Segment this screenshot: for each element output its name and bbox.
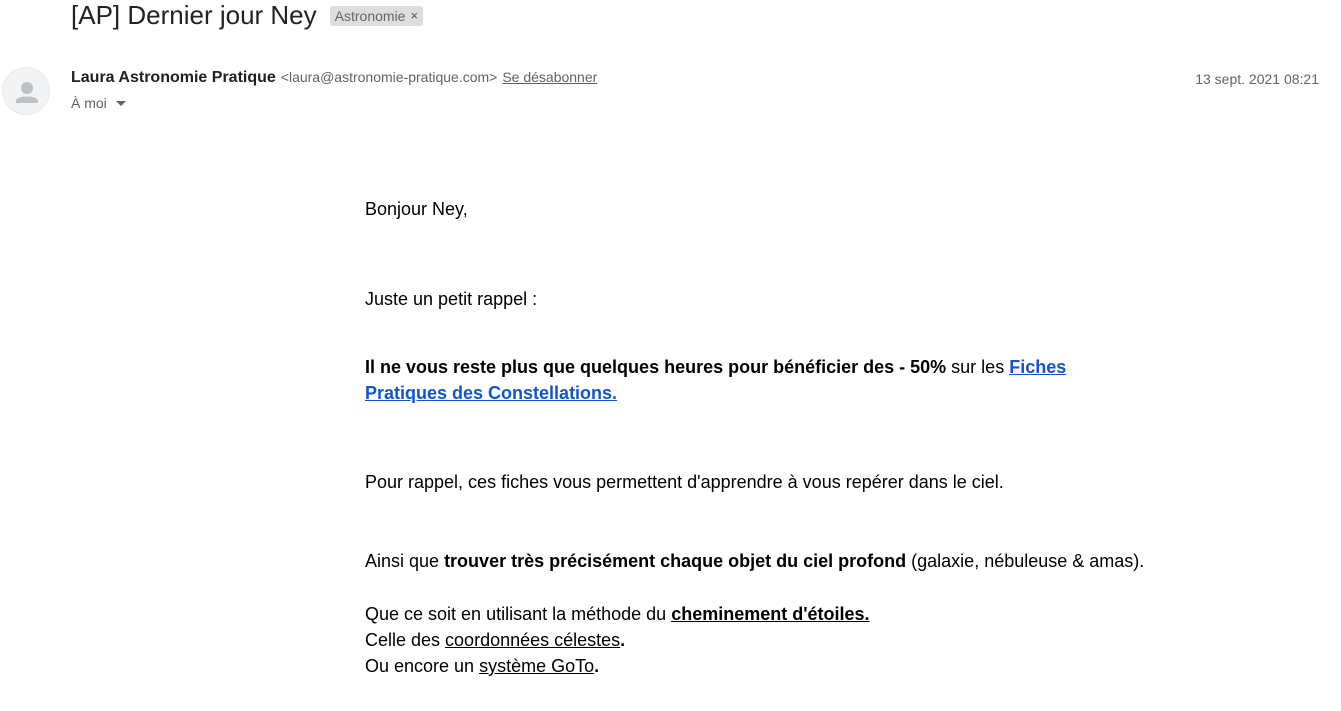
label-text: Astronomie bbox=[334, 7, 406, 24]
method-prefix: Que ce soit en utilisant la méthode du bbox=[365, 604, 672, 624]
offer-link-part2[interactable]: Pratiques des Constellations. bbox=[365, 383, 617, 403]
goto-suffix: . bbox=[594, 656, 600, 676]
goto-prefix: Ou encore un bbox=[365, 656, 480, 676]
email-view: [AP] Dernier jour Ney Astronomie × Laura… bbox=[0, 0, 1341, 711]
chevron-down-icon[interactable] bbox=[115, 101, 126, 106]
purpose-text: Pour rappel, ces fiches vous permettent … bbox=[365, 472, 1004, 492]
also-suffix: (galaxie, nébuleuse & amas). bbox=[906, 551, 1145, 571]
recipients-label: À moi bbox=[71, 95, 107, 111]
offer-mid: sur les bbox=[946, 357, 1010, 377]
sender-email: <laura@astronomie-pratique.com> bbox=[280, 69, 498, 85]
also-line: Ainsi que trouver très précisément chaqu… bbox=[365, 548, 1144, 574]
goto-system-link[interactable]: système GoTo bbox=[479, 656, 594, 676]
subject-row: [AP] Dernier jour Ney Astronomie × bbox=[71, 0, 424, 30]
email-date: 13 sept. 2021 08:21 bbox=[1195, 71, 1319, 87]
celestial-coordinates-link[interactable]: coordonnées célestes bbox=[445, 630, 620, 650]
offer-line-2: Pratiques des Constellations. bbox=[365, 380, 617, 406]
goto-line: Ou encore un système GoTo. bbox=[365, 653, 599, 679]
coords-suffix: . bbox=[620, 630, 626, 650]
sender-row: Laura Astronomie Pratique <laura@astrono… bbox=[71, 69, 597, 91]
greeting: Bonjour Ney, bbox=[365, 199, 468, 219]
offer-line-1: Il ne vous reste plus que quelques heure… bbox=[365, 354, 1066, 380]
avatar[interactable] bbox=[2, 67, 50, 115]
unsubscribe-link[interactable]: Se désabonner bbox=[502, 69, 597, 85]
person-icon bbox=[16, 82, 38, 103]
star-hopping-link[interactable]: cheminement d'étoiles. bbox=[671, 604, 869, 624]
coords-line: Celle des coordonnées célestes. bbox=[365, 627, 625, 653]
recipients-toggle[interactable]: À moi bbox=[71, 95, 126, 111]
method-line: Que ce soit en utilisant la méthode du c… bbox=[365, 601, 870, 627]
reminder-text: Juste un petit rappel : bbox=[365, 289, 538, 309]
close-icon[interactable]: × bbox=[410, 6, 418, 26]
offer-link-part1[interactable]: Fiches bbox=[1009, 357, 1066, 377]
label-chip[interactable]: Astronomie × bbox=[329, 5, 424, 26]
coords-prefix: Celle des bbox=[365, 630, 446, 650]
offer-bold: Il ne vous reste plus que quelques heure… bbox=[365, 357, 947, 377]
also-prefix: Ainsi que bbox=[365, 551, 445, 571]
also-bold: trouver très précisément chaque objet du… bbox=[444, 551, 907, 571]
sender-name[interactable]: Laura Astronomie Pratique bbox=[71, 69, 276, 87]
email-subject: [AP] Dernier jour Ney bbox=[71, 0, 317, 30]
